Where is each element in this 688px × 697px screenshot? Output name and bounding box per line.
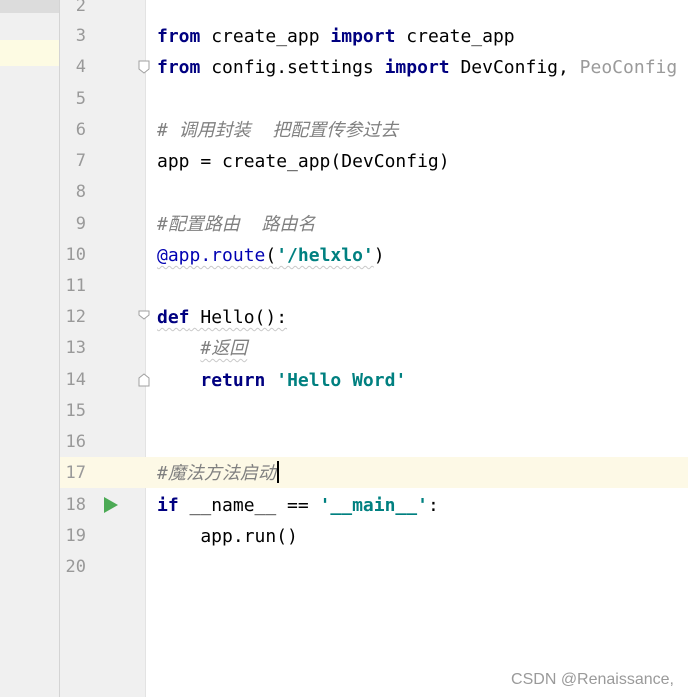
keyword: def [157, 307, 190, 328]
line-number: 7 [75, 151, 86, 171]
identifier: config.settings [200, 57, 385, 78]
line-number: 8 [75, 182, 86, 202]
line-number: 20 [65, 557, 86, 577]
code-text[interactable]: from config.settings import DevConfig, P… [157, 52, 677, 83]
comment: #返回 [200, 338, 248, 359]
code-text[interactable]: app = create_app(DevConfig) [157, 146, 450, 177]
code-text[interactable]: if __name__ == '__main__': [157, 490, 439, 521]
panel-header-strip [0, 0, 59, 13]
watermark: CSDN @Renaissance, [511, 671, 674, 688]
line-number: 5 [75, 89, 86, 109]
line-number: 17 [65, 463, 86, 483]
identifier: create_app [395, 26, 515, 47]
code-line[interactable]: 9 #配置路由 路由名 [60, 209, 688, 240]
string-literal: 'Hello Word' [276, 370, 407, 391]
line-number: 2 [75, 0, 86, 16]
code-line[interactable]: 11 [60, 271, 688, 302]
code-line[interactable]: 10 @app.route('/helxlo') [60, 240, 688, 271]
code-line[interactable]: 20 [60, 552, 688, 583]
line-number: 12 [65, 307, 86, 327]
line-number: 11 [65, 276, 86, 296]
keyword: import [384, 57, 450, 78]
code-line[interactable]: 12 def Hello(): [60, 302, 688, 333]
code-text[interactable]: @app.route('/helxlo') [157, 240, 385, 271]
string-literal: '__main__' [319, 495, 428, 516]
comment[interactable]: #配置路由 路由名 [157, 209, 316, 240]
panel-selected-row[interactable] [0, 40, 59, 66]
code-line[interactable]: 6 # 调用封装 把配置传参过去 [60, 115, 688, 146]
line-number: 9 [75, 214, 86, 234]
code-line[interactable]: 14 return 'Hello Word' [60, 365, 688, 396]
line-number: 18 [65, 495, 86, 515]
line-number: 13 [65, 338, 86, 358]
decorator: @app.route [157, 245, 266, 266]
line-number: 15 [65, 401, 86, 421]
identifier: create_app [200, 26, 331, 47]
function-signature: Hello(): [189, 307, 288, 328]
code-line[interactable]: 5 [60, 84, 688, 115]
line-number: 4 [75, 57, 86, 77]
string-literal: '/helxlo' [276, 245, 374, 266]
run-triangle-icon[interactable] [104, 497, 118, 513]
code-line[interactable]: 7 app = create_app(DevConfig) [60, 146, 688, 177]
fold-marker-icon[interactable] [138, 310, 150, 324]
code-line[interactable]: 2 [60, 0, 688, 22]
expression: __name__ == [178, 495, 320, 516]
code-line[interactable]: 15 [60, 396, 688, 427]
line-number: 14 [65, 370, 86, 390]
text-caret [276, 461, 279, 483]
code-text[interactable]: from create_app import create_app [157, 21, 515, 52]
code-line[interactable]: 4 from config.settings import DevConfig,… [60, 52, 688, 83]
code-line[interactable]: 8 [60, 177, 688, 208]
code-line[interactable]: 3 from create_app import create_app [60, 21, 688, 52]
fold-marker-icon[interactable] [138, 60, 150, 74]
line-number: 19 [65, 526, 86, 546]
keyword: if [157, 495, 179, 516]
fold-marker-icon[interactable] [138, 373, 150, 387]
unused-import: PeoConfig [579, 57, 678, 78]
project-panel-edge [0, 0, 60, 697]
code-text[interactable]: #返回 [157, 333, 247, 364]
colon: : [427, 495, 439, 516]
keyword: import [330, 26, 396, 47]
code-line[interactable]: 13 #返回 [60, 333, 688, 364]
keyword: from [157, 57, 201, 78]
code-text[interactable]: app.run() [157, 521, 298, 552]
code-line[interactable]: 18 if __name__ == '__main__': [60, 490, 688, 521]
keyword: from [157, 26, 201, 47]
line-number: 3 [75, 26, 86, 46]
keyword: return [200, 370, 266, 391]
code-text[interactable]: return 'Hello Word' [157, 365, 406, 396]
line-number: 6 [75, 120, 86, 140]
code-text[interactable]: #魔法方法启动 [157, 458, 279, 489]
code-line[interactable]: 17 #魔法方法启动 [60, 458, 688, 489]
code-text[interactable]: def Hello(): [157, 302, 287, 333]
identifier: DevConfig, [449, 57, 580, 78]
comment[interactable]: # 调用封装 把配置传参过去 [157, 115, 398, 146]
line-number: 16 [65, 432, 86, 452]
line-number: 10 [65, 245, 86, 265]
paren: ( [265, 245, 277, 266]
code-line[interactable]: 16 [60, 427, 688, 458]
paren: ) [373, 245, 385, 266]
comment: #魔法方法启动 [157, 463, 276, 484]
code-line[interactable]: 19 app.run() [60, 521, 688, 552]
